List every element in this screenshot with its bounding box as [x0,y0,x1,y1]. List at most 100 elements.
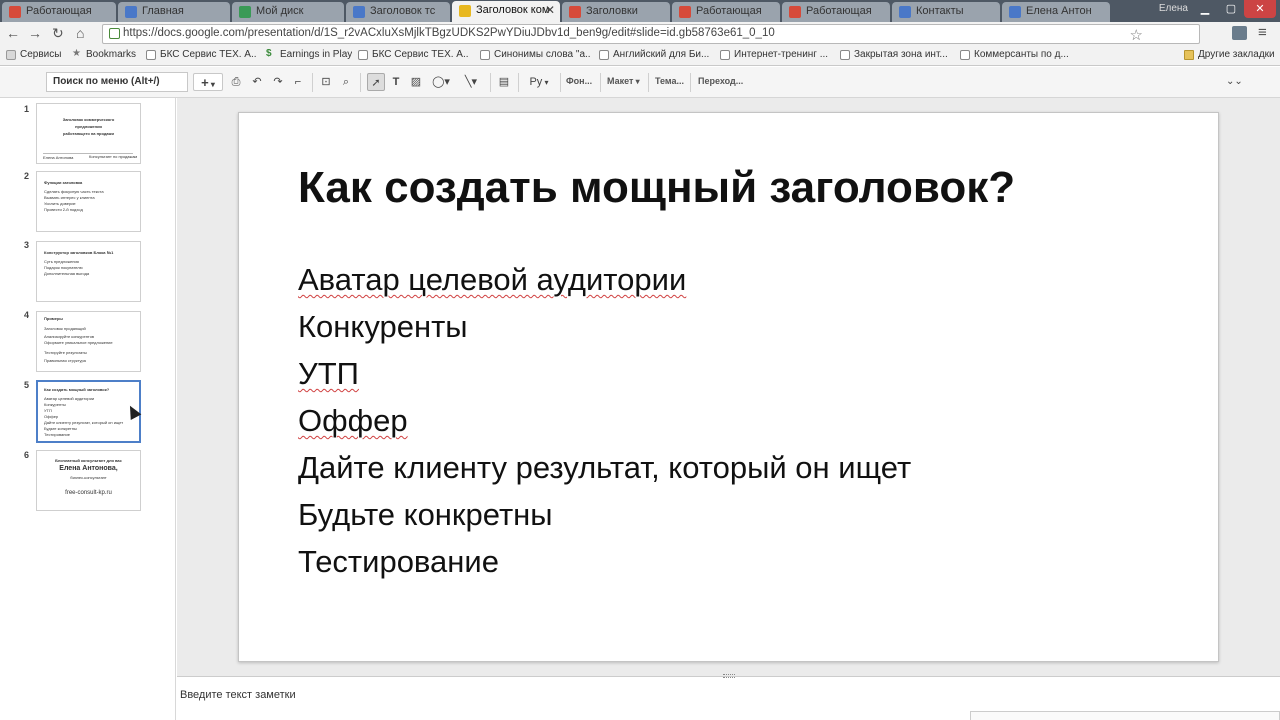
shape-icon[interactable]: ◯▾ [428,73,454,91]
select-cursor-icon[interactable]: ➚ [367,73,385,91]
bookmark-item[interactable]: $ Earnings in Play [266,49,352,60]
browser-tab[interactable]: Заголовки [562,2,670,22]
text-box-icon[interactable]: T [388,73,404,91]
transition-button[interactable]: Переход... [698,76,743,86]
tab-label: Заголовок тс [370,5,436,17]
minimize-icon[interactable]: ▁ [1192,0,1218,18]
apps-grid-icon [6,50,16,60]
layout-dropdown[interactable]: Макет ▾ [607,76,640,86]
new-slide-button[interactable]: + ▾ [193,73,223,91]
page-icon [599,50,609,60]
notes-placeholder[interactable]: Введите текст заметки [180,689,296,701]
window-close-icon[interactable]: ✕ [1244,0,1276,18]
slide-thumbnail[interactable]: Конструктор заголовков Блока №1 Суть пре… [36,241,141,302]
undo-icon[interactable]: ↶ [249,73,265,91]
tab-label: Заголовки [586,5,638,17]
tab-label: Заголовок ком [476,4,550,16]
bookmark-item[interactable]: Коммерсанты по д... [960,49,1072,60]
thumb-text: Оффер [44,414,59,419]
zoom-icon[interactable]: ⌕ [338,73,354,91]
bookmark-label: Интернет-тренинг ... [734,49,829,60]
slide-canvas-area: Как создать мощный заголовок? Аватар цел… [177,98,1280,676]
bookmark-star-icon[interactable]: ☆ [1130,26,1143,44]
slide-number: 6 [24,450,30,460]
zoom-fit-icon[interactable]: ⊡ [318,73,334,91]
dollar-icon: $ [266,49,272,59]
browser-tab[interactable]: Работающая [782,2,890,22]
thumb-text: Заголовок коммерческого [62,117,115,122]
thumb-text: Конкуренты [44,402,66,407]
speaker-notes-panel[interactable]: Введите текст заметки [177,674,1280,720]
line-icon[interactable]: ╲▾ [458,73,484,91]
thumb-text: Елена Антонова, [59,465,118,472]
bookmark-item[interactable]: БКС Сервис ТЕХ. А... [146,49,256,60]
bookmark-item[interactable]: Интернет-тренинг ... [720,49,830,60]
browser-tab[interactable]: Контакты [892,2,1000,22]
browser-tab[interactable]: Главная [118,2,230,22]
language-label: Ру [529,76,543,88]
layout-label: Макет [607,76,634,86]
thumb-text: предложения [75,124,102,129]
reload-icon[interactable]: ↻ [52,25,64,42]
slide-thumbnail[interactable]: Бесплатный консультант для вас Елена Ант… [36,450,141,511]
slide-canvas[interactable]: Как создать мощный заголовок? Аватар цел… [238,112,1219,662]
url-text[interactable]: https://docs.google.com/presentation/d/1… [123,27,775,39]
browser-tab[interactable]: Елена Антон [1002,2,1110,22]
language-dropdown[interactable]: Ру ▾ [524,73,554,91]
thumb-text: Усилить доверие [44,201,76,206]
background-button[interactable]: Фон... [566,76,592,86]
close-icon[interactable]: ✕ [545,3,555,17]
thumb-text: Вызвать интерес у клиента [44,195,95,200]
page-icon [840,50,850,60]
browser-tab[interactable]: Мой диск [232,2,344,22]
bookmark-item[interactable]: Сервисы [6,49,66,60]
menu-icon[interactable]: ≡ [1258,24,1267,41]
slide-bullet: Оффер [298,403,408,438]
thumb-text: Подарок покупателю [44,265,83,270]
profile-name[interactable]: Елена [1159,3,1188,14]
collapse-toolbar-icon[interactable]: ⌄⌄ [1226,73,1243,91]
tab-favicon-icon [899,6,911,18]
toolbar-divider [600,73,601,92]
browser-tab[interactable]: Работающая [672,2,780,22]
slide-thumbnail[interactable]: Функции заголовка Сделать фокусную часть… [36,171,141,232]
slide-bullet: Конкуренты [298,309,468,344]
bookmark-label: БКС Сервис ТЕХ. А... [160,49,256,60]
theme-button[interactable]: Тема... [655,76,684,86]
thumb-text: Оформите уникальное предложение [44,340,113,345]
slide-bullet: Тестирование [298,544,499,579]
redo-icon[interactable]: ↷ [270,73,286,91]
browser-tab-strip: Работающая Главная Мой диск Заголовок тс… [0,0,1280,22]
bookmark-item[interactable]: БКС Сервис ТЕХ. А... [358,49,468,60]
browser-tab[interactable]: Работающая [2,2,116,22]
tab-favicon-icon [459,5,471,17]
slide-title[interactable]: Как создать мощный заголовок? [298,163,1015,213]
bookmark-item[interactable]: Закрытая зона инт... [840,49,950,60]
menu-search-input[interactable]: Поиск по меню (Alt+/) [46,72,188,92]
browser-tab-active[interactable]: Заголовок ком ✕ [452,1,560,22]
comment-icon[interactable]: ▤ [496,73,512,91]
thumb-text: Консультант по продажам [89,154,138,159]
bookmark-item[interactable]: ★ Bookmarks [72,49,140,60]
url-bar[interactable]: https://docs.google.com/presentation/d/1… [102,24,1200,44]
thumb-text: free-consult-kp.ru [65,490,112,496]
slide-thumbnail[interactable]: Заголовок коммерческого предложения рабо… [36,103,141,164]
maximize-icon[interactable]: ▢ [1218,0,1244,18]
bookmark-item[interactable]: Английский для Би... [599,49,711,60]
resize-handle-icon[interactable] [723,674,735,678]
forward-arrow-icon[interactable]: → [28,25,42,41]
toolbar-divider [312,73,313,92]
image-icon[interactable]: ▨ [408,73,424,91]
extension-icon[interactable] [1232,26,1247,40]
star-icon: ★ [72,49,81,59]
slide-thumbnail[interactable]: Примеры Заголовок продающий Анализируйте… [36,311,141,372]
bookmark-item[interactable]: Синонимы слова "a... [480,49,590,60]
paint-format-icon[interactable]: ⌐ [290,73,306,91]
slide-body[interactable]: Аватар целевой аудитории Конкуренты УТП … [298,256,911,585]
home-icon[interactable]: ⌂ [76,25,84,41]
print-icon[interactable]: ⎙ [228,73,244,91]
back-arrow-icon[interactable]: ← [6,25,20,41]
browser-tab[interactable]: Заголовок тс [346,2,450,22]
bookmark-folder-other[interactable]: Другие закладки [1184,49,1278,60]
thumb-text: Примеры [44,316,63,321]
